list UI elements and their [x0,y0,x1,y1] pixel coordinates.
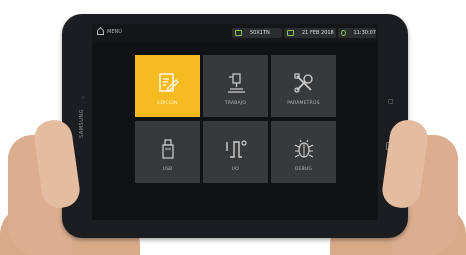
tile-trabajo[interactable]: TRABAJO [203,55,268,117]
tools-icon [293,72,313,93]
tile-edicion[interactable]: EDICIÓN [135,55,200,117]
tile-parametros[interactable]: PARÁMETROS [271,55,336,117]
app-screen: MENÚ 50X1TN 21 FEB 2018 11:30:07 EDICIÓN [92,24,378,220]
machine-icon [235,30,242,36]
tile-label: TRABAJO [224,100,247,106]
time-text: 11:30:07 [353,30,376,36]
tile-label: I/O [232,166,239,172]
clock-icon [341,30,346,36]
usb-icon [161,138,174,159]
machine-model: 50X1TN [250,30,270,36]
device-brand: SAMSUNG [79,109,85,138]
machine-model-badge: 50X1TN [232,28,282,38]
calendar-icon [287,30,294,36]
tile-label: PARÁMETROS [287,100,320,106]
main-menu-grid: EDICIÓN TRABAJO PARÁMETROS USB I/O DEBUG [135,55,336,183]
front-sensor [82,96,85,99]
tile-io[interactable]: I/O [203,121,268,183]
time-badge: 11:30:07 [338,28,376,38]
tile-debug[interactable]: DEBUG [271,121,336,183]
menu-label: MENÚ [107,29,122,35]
tile-usb[interactable]: USB [135,121,200,183]
home-icon [97,29,104,35]
bug-icon [294,139,313,158]
menu-button[interactable]: MENÚ [97,29,122,35]
date-text: 21 FEB 2018 [302,30,334,36]
tile-label: USB [162,166,173,172]
date-badge: 21 FEB 2018 [284,28,336,38]
io-signal-icon [225,139,247,158]
status-bar: MENÚ 50X1TN 21 FEB 2018 11:30:07 [92,24,378,42]
recent-apps-key[interactable]: ▢ [388,98,394,105]
machine-icon [227,72,245,93]
tile-label: EDICIÓN [157,100,178,106]
tile-label: DEBUG [294,166,313,172]
edit-icon [158,72,179,92]
